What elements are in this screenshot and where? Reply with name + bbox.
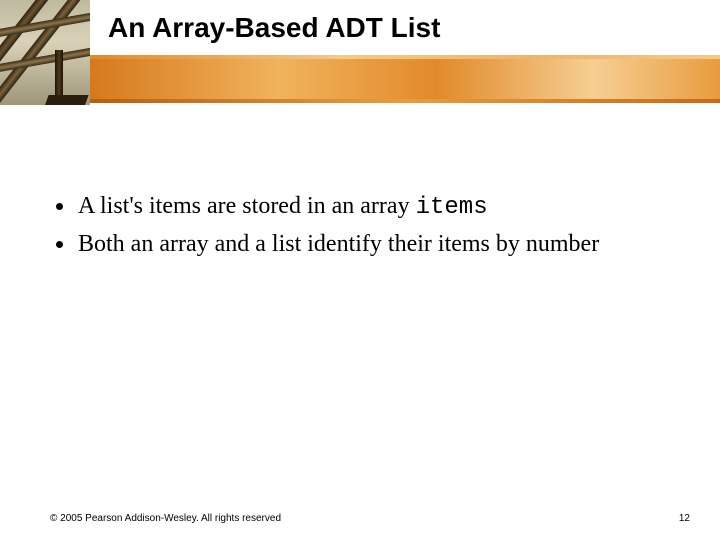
bullet-list: A list's items are stored in an array it… [50, 190, 680, 261]
copyright-text: © 2005 Pearson Addison-Wesley. All right… [50, 513, 281, 524]
slide-header: An Array-Based ADT List [0, 0, 720, 105]
header-stripe [90, 99, 720, 103]
bullet-text: A list's items are stored in an array [78, 193, 416, 219]
bullet-item: A list's items are stored in an array it… [76, 190, 680, 224]
slide-body: A list's items are stored in an array it… [50, 190, 680, 265]
corner-graphic [0, 0, 90, 105]
slide-title: An Array-Based ADT List [108, 12, 440, 44]
slide-footer: © 2005 Pearson Addison-Wesley. All right… [50, 513, 690, 524]
page-number: 12 [679, 513, 690, 524]
bullet-code: items [416, 194, 488, 221]
bullet-item: Both an array and a list identify their … [76, 228, 680, 260]
header-band [90, 59, 720, 99]
bullet-text: Both an array and a list identify their … [78, 231, 599, 257]
